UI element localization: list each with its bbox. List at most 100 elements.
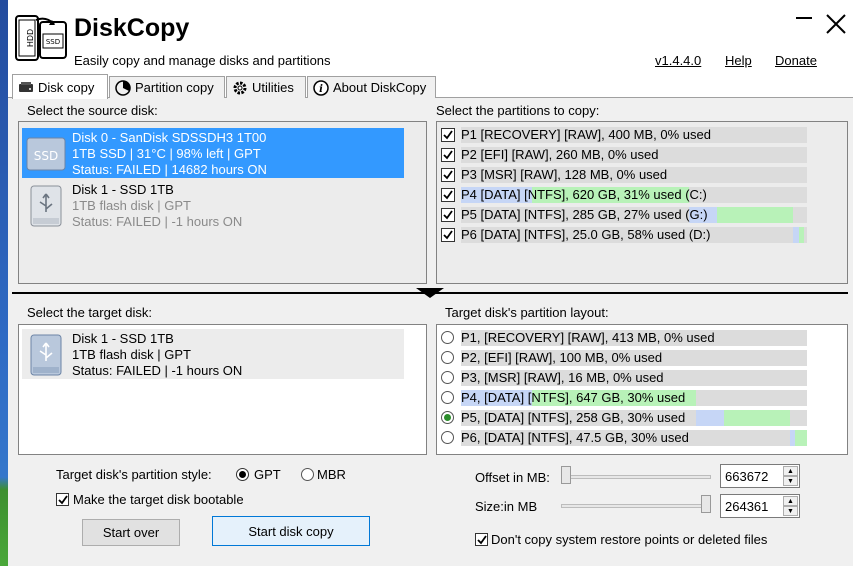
partition-label: P4, [DATA] [NTFS], 647 GB, 30% used — [461, 390, 686, 405]
size-spinbox[interactable]: 264361 ▲ ▼ — [720, 494, 800, 518]
partition-free-fill — [799, 227, 804, 243]
gpt-radio[interactable]: GPT — [236, 466, 286, 484]
bootable-label: Make the target disk bootable — [73, 492, 244, 507]
partition-label: P1, [RECOVERY] [RAW], 413 MB, 0% used — [461, 330, 715, 345]
offset-spinbox[interactable]: 663672 ▲ ▼ — [720, 464, 800, 488]
offset-label: Offset in MB: — [475, 470, 550, 485]
partition-radio[interactable] — [441, 411, 454, 424]
disk-status: Status: FAILED | -1 hours ON — [72, 363, 243, 378]
svg-text:HDD: HDD — [26, 29, 35, 47]
partition-label: P1 [RECOVERY] [RAW], 400 MB, 0% used — [461, 127, 711, 142]
partition-checkbox[interactable] — [441, 128, 455, 142]
svg-text:i: i — [319, 84, 323, 95]
spin-down-icon[interactable]: ▼ — [783, 506, 798, 516]
partition-checkbox-row[interactable]: P4 [DATA] [NTFS], 620 GB, 31% used (C:) — [441, 186, 807, 203]
donate-link[interactable]: Donate — [775, 53, 817, 68]
partition-radio[interactable] — [441, 351, 454, 364]
start-disk-copy-button[interactable]: Start disk copy — [212, 516, 370, 546]
partition-radio-row[interactable]: P3, [MSR] [RAW], 16 MB, 0% used — [441, 369, 807, 386]
source-partitions-label: Select the partitions to copy: — [436, 103, 600, 118]
gpt-label: GPT — [254, 467, 281, 482]
tab-about[interactable]: i About DiskCopy — [307, 76, 436, 98]
source-disk-label: Select the source disk: — [27, 103, 158, 118]
app-header: HDD SSD DiskCopy Easily copy and manage … — [8, 0, 853, 76]
pie-chart-icon — [115, 79, 131, 96]
partition-label: P3, [MSR] [RAW], 16 MB, 0% used — [461, 370, 664, 385]
partition-radio-row[interactable]: P2, [EFI] [RAW], 100 MB, 0% used — [441, 349, 807, 366]
offset-slider-thumb[interactable] — [561, 466, 571, 484]
tab-label: Partition copy — [135, 80, 214, 95]
disk-copy-content: Select the source disk: SSD Disk 0 - San… — [8, 98, 853, 566]
source-disk-list[interactable]: SSD Disk 0 - SanDisk SDSSDH3 1T00 1TB SS… — [18, 121, 427, 284]
spin-down-icon[interactable]: ▼ — [783, 476, 798, 486]
ssd-icon: SSD — [26, 137, 66, 171]
app-logo-icon: HDD SSD — [15, 15, 67, 61]
partition-checkbox-row[interactable]: P6 [DATA] [NTFS], 25.0 GB, 58% used (D:) — [441, 226, 807, 243]
spin-up-icon[interactable]: ▲ — [783, 496, 798, 506]
partition-style-label: Target disk's partition style: — [56, 467, 212, 482]
version-link[interactable]: v1.4.4.0 — [655, 53, 701, 68]
bootable-checkbox[interactable]: Make the target disk bootable — [56, 491, 256, 509]
disk-name: Disk 1 - SSD 1TB — [72, 331, 174, 346]
partition-checkbox[interactable] — [441, 228, 455, 242]
size-slider-track[interactable] — [561, 504, 711, 508]
partition-label: P6 [DATA] [NTFS], 25.0 GB, 58% used (D:) — [461, 227, 711, 242]
disk-name: Disk 1 - SSD 1TB — [72, 182, 174, 197]
tab-disk-copy[interactable]: Disk copy — [12, 74, 108, 99]
partition-checkbox-row[interactable]: P2 [EFI] [RAW], 260 MB, 0% used — [441, 146, 807, 163]
help-link[interactable]: Help — [725, 53, 752, 68]
disk-name: Disk 0 - SanDisk SDSSDH3 1T00 — [72, 130, 267, 145]
partition-radio-row[interactable]: P5, [DATA] [NTFS], 258 GB, 30% used — [441, 409, 807, 426]
diskcopy-window: HDD SSD DiskCopy Easily copy and manage … — [8, 0, 853, 566]
partition-label: P4 [DATA] [NTFS], 620 GB, 31% used (C:) — [461, 187, 707, 202]
disk-info: 1TB flash disk | GPT — [72, 347, 191, 362]
start-over-button[interactable]: Start over — [82, 519, 180, 546]
tab-partition-copy[interactable]: Partition copy — [109, 76, 225, 98]
size-label: Size:in MB — [475, 499, 538, 514]
arrow-down-icon — [416, 288, 444, 298]
target-disk-item[interactable]: Disk 1 - SSD 1TB 1TB flash disk | GPT St… — [22, 329, 404, 379]
source-disk-item[interactable]: Disk 1 - SSD 1TB 1TB flash disk | GPT St… — [22, 180, 404, 230]
svg-text:SSD: SSD — [34, 149, 58, 163]
source-partition-list[interactable]: P1 [RECOVERY] [RAW], 400 MB, 0% used P2 [… — [436, 121, 848, 284]
partition-used-fill — [696, 410, 725, 426]
mbr-radio[interactable]: MBR — [301, 466, 355, 484]
partition-radio-row[interactable]: P6, [DATA] [NTFS], 47.5 GB, 30% used — [441, 429, 807, 446]
usb-drive-icon — [30, 334, 62, 376]
partition-checkbox[interactable] — [441, 208, 455, 222]
disk-status: Status: FAILED | 14682 hours ON — [72, 162, 267, 177]
size-slider-thumb[interactable] — [701, 495, 711, 513]
partition-checkbox-row[interactable]: P3 [MSR] [RAW], 128 MB, 0% used — [441, 166, 807, 183]
partition-free-fill — [724, 410, 790, 426]
target-partition-list[interactable]: P1, [RECOVERY] [RAW], 413 MB, 0% used P2,… — [436, 324, 848, 455]
partition-radio[interactable] — [441, 431, 454, 444]
partition-radio[interactable] — [441, 371, 454, 384]
usb-drive-icon — [30, 185, 62, 227]
partition-label: P6, [DATA] [NTFS], 47.5 GB, 30% used — [461, 430, 689, 445]
spin-up-icon[interactable]: ▲ — [783, 466, 798, 476]
info-icon: i — [313, 79, 329, 96]
target-disk-list[interactable]: Disk 1 - SSD 1TB 1TB flash disk | GPT St… — [18, 324, 427, 455]
partition-checkbox-row[interactable]: P1 [RECOVERY] [RAW], 400 MB, 0% used — [441, 126, 807, 143]
no-restore-checkbox[interactable]: Don't copy system restore points or dele… — [475, 531, 795, 549]
close-button[interactable] — [824, 12, 848, 36]
partition-radio[interactable] — [441, 391, 454, 404]
size-value: 264361 — [725, 499, 769, 514]
tab-label: Disk copy — [38, 79, 95, 95]
partition-radio-row[interactable]: P1, [RECOVERY] [RAW], 413 MB, 0% used — [441, 329, 807, 346]
minimize-button[interactable] — [792, 12, 816, 36]
disk-info: 1TB flash disk | GPT — [72, 198, 191, 213]
tab-label: About DiskCopy — [333, 80, 427, 95]
tab-utilities[interactable]: Utilities — [226, 76, 306, 98]
partition-radio-row[interactable]: P4, [DATA] [NTFS], 647 GB, 30% used — [441, 389, 807, 406]
partition-checkbox-row[interactable]: P5 [DATA] [NTFS], 285 GB, 27% used (G:) — [441, 206, 807, 223]
offset-slider-track[interactable] — [561, 475, 711, 479]
partition-radio[interactable] — [441, 331, 454, 344]
partition-checkbox[interactable] — [441, 168, 455, 182]
disk-icon — [19, 82, 33, 92]
partition-checkbox[interactable] — [441, 148, 455, 162]
partition-checkbox[interactable] — [441, 188, 455, 202]
gear-icon — [233, 81, 247, 94]
app-subtitle: Easily copy and manage disks and partiti… — [74, 53, 331, 68]
source-disk-item[interactable]: SSD Disk 0 - SanDisk SDSSDH3 1T00 1TB SS… — [22, 128, 404, 178]
